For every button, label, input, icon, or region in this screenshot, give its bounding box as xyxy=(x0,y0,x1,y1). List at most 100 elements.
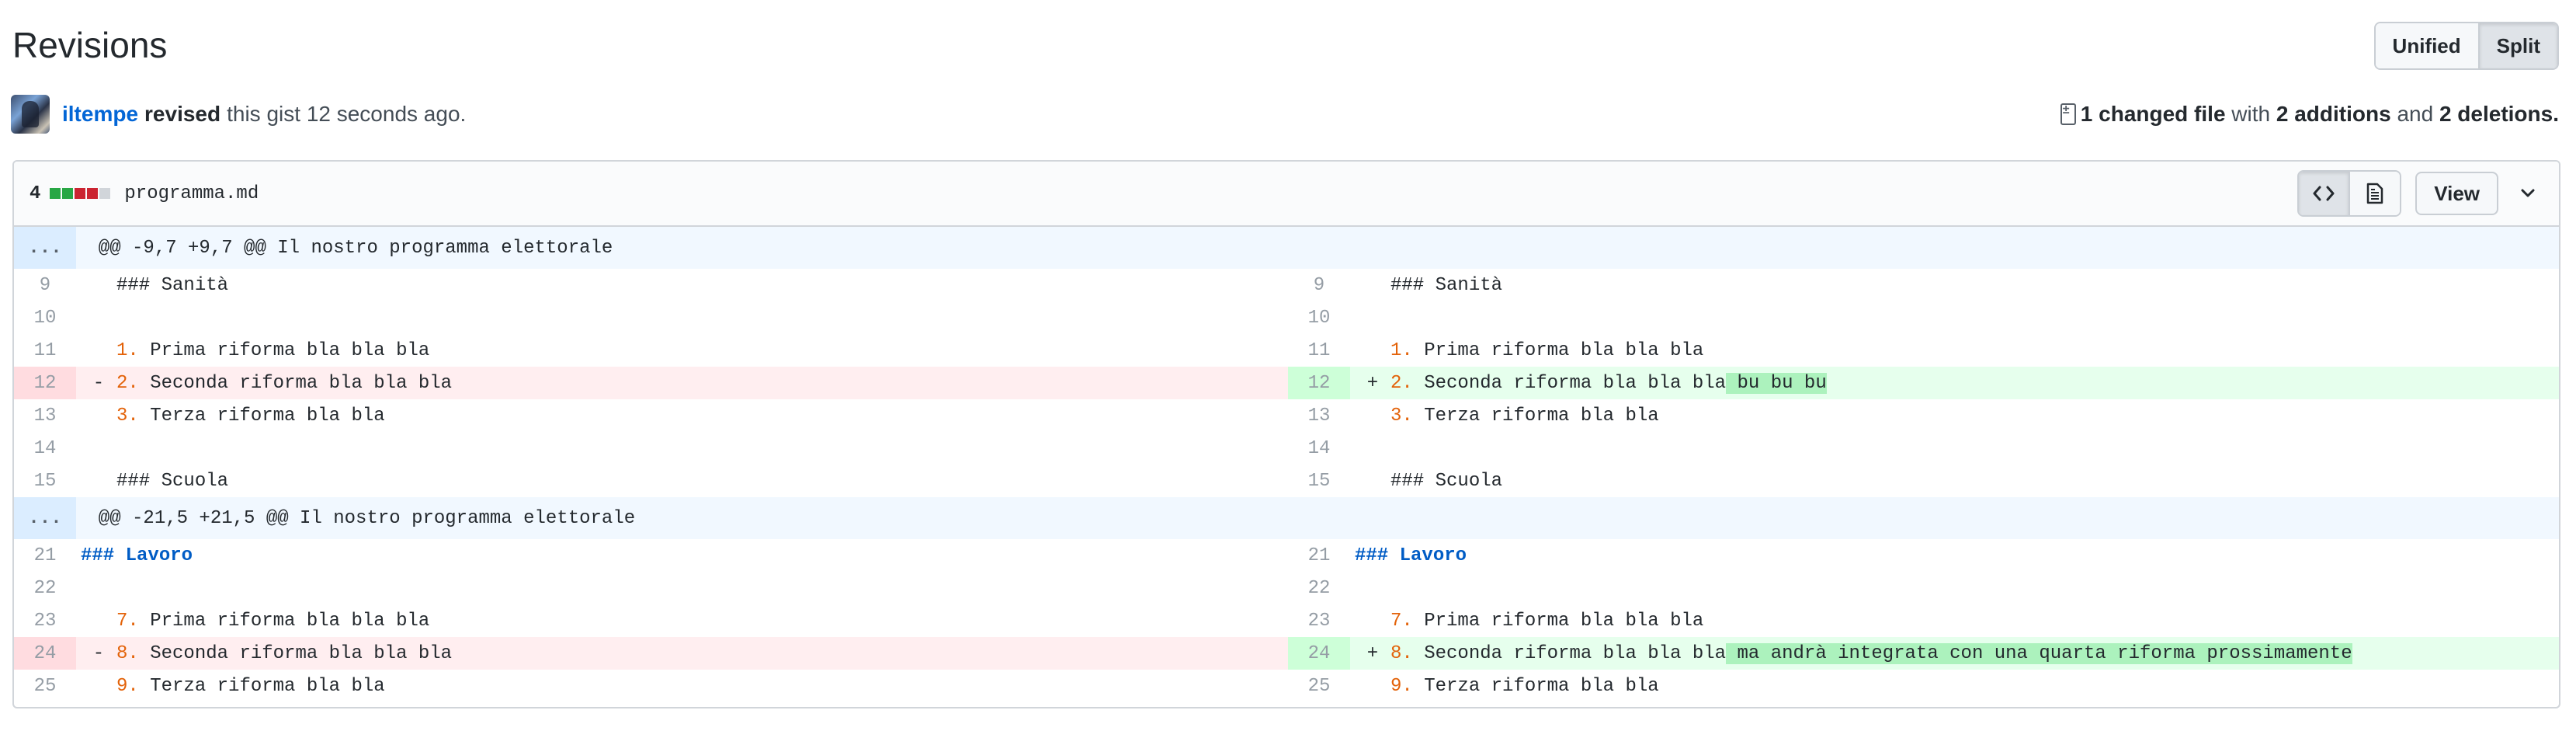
left-code-cell: 9. Terza riforma bla bla xyxy=(76,670,1288,702)
left-line-number[interactable]: 10 xyxy=(14,301,76,334)
diff-row: 23 7. Prima riforma bla bla bla 23 7. Prima… xyxy=(14,604,2559,637)
change-summary: 1 changed file with 2 additions and 2 de… xyxy=(2060,102,2559,127)
expand-lines-button[interactable]: ... xyxy=(14,497,76,539)
left-line-number[interactable]: 22 xyxy=(14,572,76,604)
code-text: Terza riforma bla bla xyxy=(1424,675,1659,697)
right-line-number[interactable]: 24 xyxy=(1288,637,1350,670)
code-line: 9. Terza riforma bla bla xyxy=(1350,676,1659,697)
diff-marker: - xyxy=(92,642,105,664)
changed-files-count[interactable]: 1 changed file xyxy=(2081,102,2226,127)
diffstat-block xyxy=(99,188,111,199)
diff-row: 11 1. Prima riforma bla bla bla 11 1. Prima… xyxy=(14,334,2559,367)
right-code-cell xyxy=(1350,301,2559,334)
revision-verb: revised xyxy=(144,102,221,126)
left-line-number[interactable]: 21 xyxy=(14,539,76,572)
list-number: 3. xyxy=(116,405,139,426)
left-line-number[interactable]: 25 xyxy=(14,670,76,702)
additions-count: 2 additions xyxy=(2276,102,2391,126)
unified-button[interactable]: Unified xyxy=(2375,23,2478,68)
right-line-number[interactable]: 10 xyxy=(1288,301,1350,334)
file-diff: 4 programma.md View ... @@ -9,7 +9,7 @@ … xyxy=(12,160,2560,708)
right-line-number[interactable]: 23 xyxy=(1288,604,1350,637)
diff-marker: + xyxy=(1366,372,1379,394)
diff-row: 22 22 xyxy=(14,572,2559,604)
right-code-cell: 3. Terza riforma bla bla xyxy=(1350,399,2559,432)
diff-row: 24-8. Seconda riforma bla bla bla 24 +8. S… xyxy=(14,637,2559,670)
diff-row: 25 9. Terza riforma bla bla 25 9. Terza rif… xyxy=(14,670,2559,702)
avatar[interactable] xyxy=(11,95,50,134)
hunk-header: @@ -21,5 +21,5 @@ Il nostro programma el… xyxy=(76,497,2559,539)
list-number: 9. xyxy=(116,675,139,697)
right-line-number[interactable]: 12 xyxy=(1288,367,1350,399)
left-code-cell: 1. Prima riforma bla bla bla xyxy=(76,334,1288,367)
right-line-number[interactable]: 14 xyxy=(1288,432,1350,465)
list-number: 8. xyxy=(116,642,139,664)
user-link[interactable]: iltempe xyxy=(62,102,138,127)
diffstat-block xyxy=(50,188,61,199)
right-code-cell: 9. Terza riforma bla bla xyxy=(1350,670,2559,702)
rich-diff-button[interactable] xyxy=(2349,172,2401,215)
left-line-number[interactable]: 9 xyxy=(14,269,76,301)
highlighted-addition: ma andrà integrata con una quarta riform… xyxy=(1726,642,2352,664)
right-line-number[interactable]: 13 xyxy=(1288,399,1350,432)
code-line: -8. Seconda riforma bla bla bla xyxy=(76,643,452,664)
left-code-cell: -8. Seconda riforma bla bla bla xyxy=(76,637,1288,670)
right-line-number[interactable]: 22 xyxy=(1288,572,1350,604)
diffstat-block xyxy=(87,188,99,199)
left-code-cell: ### Lavoro xyxy=(76,539,1288,572)
markdown-heading: ### Lavoro xyxy=(81,545,193,566)
code-line: ### Sanità xyxy=(1350,275,1502,296)
code-line: 7. Prima riforma bla bla bla xyxy=(76,611,429,632)
view-file-button[interactable]: View xyxy=(2415,172,2498,215)
code-line: 7. Prima riforma bla bla bla xyxy=(1350,611,1703,632)
left-line-number[interactable]: 23 xyxy=(14,604,76,637)
right-line-number[interactable]: 9 xyxy=(1288,269,1350,301)
code-line: -2. Seconda riforma bla bla bla xyxy=(76,373,452,394)
file-name[interactable]: programma.md xyxy=(124,183,259,204)
file-header: 4 programma.md View xyxy=(14,162,2559,227)
diffstat-block xyxy=(62,188,74,199)
code-line: ### Sanità xyxy=(76,275,228,296)
left-line-number[interactable]: 11 xyxy=(14,334,76,367)
hunk-header-row: ... @@ -9,7 +9,7 @@ Il nostro programma … xyxy=(14,227,2559,269)
left-line-number[interactable]: 14 xyxy=(14,432,76,465)
left-line-number[interactable]: 13 xyxy=(14,399,76,432)
file-options-toggle[interactable] xyxy=(2512,172,2543,215)
right-line-number[interactable]: 25 xyxy=(1288,670,1350,702)
revision-time: this gist 12 seconds ago. xyxy=(227,102,467,126)
code-text: ### Sanità xyxy=(116,274,229,296)
list-number: 8. xyxy=(1390,642,1413,664)
list-number: 1. xyxy=(1390,339,1413,361)
right-code-cell xyxy=(1350,432,2559,465)
code-line: 3. Terza riforma bla bla xyxy=(76,406,385,426)
code-text: Prima riforma bla bla bla xyxy=(150,339,430,361)
left-line-number[interactable]: 15 xyxy=(14,465,76,497)
source-diff-button[interactable] xyxy=(2299,172,2349,215)
right-line-number[interactable]: 21 xyxy=(1288,539,1350,572)
diff-marker: - xyxy=(92,372,105,394)
left-code-cell xyxy=(76,432,1288,465)
code-icon xyxy=(2313,186,2335,201)
list-number: 2. xyxy=(1390,372,1413,394)
left-code-cell xyxy=(76,301,1288,334)
right-line-number[interactable]: 11 xyxy=(1288,334,1350,367)
expand-lines-button[interactable]: ... xyxy=(14,227,76,269)
right-code-cell: ### Sanità xyxy=(1350,269,2559,301)
left-line-number[interactable]: 24 xyxy=(14,637,76,670)
left-line-number[interactable]: 12 xyxy=(14,367,76,399)
code-text: Seconda riforma bla bla bla xyxy=(1424,372,1727,394)
file-diff-icon xyxy=(2060,103,2076,125)
diff-table: ... @@ -9,7 +9,7 @@ Il nostro programma … xyxy=(14,227,2559,702)
highlighted-addition: bu bu bu xyxy=(1726,372,1827,394)
list-number: 1. xyxy=(116,339,139,361)
right-line-number[interactable]: 15 xyxy=(1288,465,1350,497)
right-code-cell: +8. Seconda riforma bla bla bla ma andrà… xyxy=(1350,637,2559,670)
code-line: ### Lavoro xyxy=(76,545,193,566)
right-code-cell xyxy=(1350,572,2559,604)
left-code-cell: -2. Seconda riforma bla bla bla xyxy=(76,367,1288,399)
split-button[interactable]: Split xyxy=(2477,23,2557,68)
right-code-cell: ### Lavoro xyxy=(1350,539,2559,572)
code-text: ### Scuola xyxy=(116,470,229,492)
